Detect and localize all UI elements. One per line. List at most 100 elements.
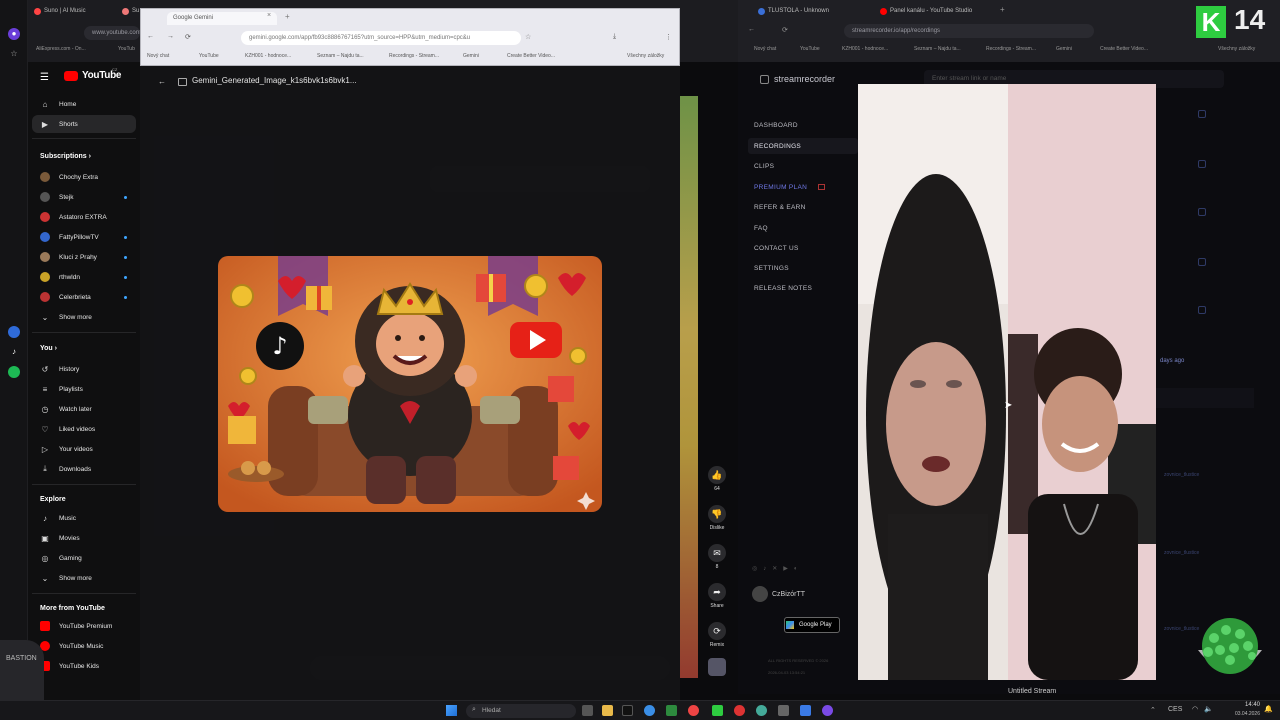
bookmark-item[interactable]: Nový chat	[754, 46, 776, 52]
tab-suno[interactable]: Suno | AI Music	[34, 4, 124, 18]
download-icon[interactable]: ⤓	[613, 33, 616, 41]
reload-icon[interactable]: ⟳	[185, 33, 191, 41]
username[interactable]: CzBizórTT	[772, 591, 805, 598]
show-more-button[interactable]: ⌄ Show more	[40, 571, 92, 585]
dislike-button[interactable]: 👎 Dislike	[706, 505, 728, 531]
lang-indicator[interactable]: CES	[1168, 706, 1182, 713]
nav-release-notes[interactable]: RELEASE NOTES	[754, 285, 812, 292]
recording-row[interactable]	[1150, 388, 1254, 408]
xbox-icon[interactable]	[666, 705, 677, 716]
nav-premium-plan[interactable]: PREMIUM PLAN	[754, 184, 807, 191]
task-view-icon[interactable]	[582, 705, 593, 716]
nav-clips[interactable]: CLIPS	[754, 163, 774, 170]
subscription-item[interactable]: Stejk	[40, 190, 73, 204]
back-icon[interactable]: ←	[748, 26, 755, 33]
opera-icon[interactable]	[734, 705, 745, 716]
comment-button[interactable]: ✉ 8	[706, 544, 728, 570]
bookmark-item[interactable]: KZH001 - hodnoce...	[842, 46, 888, 52]
you-item-playlists[interactable]: ≡ Playlists	[40, 382, 83, 396]
explore-item-music[interactable]: ♪ Music	[40, 511, 76, 525]
nav-contact-us[interactable]: CONTACT US	[754, 245, 799, 252]
clock-date[interactable]: 03.04.2026	[1226, 711, 1260, 717]
open-external-icon[interactable]	[1198, 208, 1206, 216]
nav-refer-earn[interactable]: REFER & EARN	[754, 204, 806, 211]
bookmark-item[interactable]: YouTube	[800, 46, 820, 52]
open-external-icon[interactable]	[1198, 160, 1206, 168]
tray-chevron-icon[interactable]: ⌃	[1150, 706, 1156, 714]
windows-start-icon[interactable]	[446, 705, 457, 716]
bookmark-item[interactable]: Recordings - Stream...	[389, 53, 439, 59]
you-item-downloads[interactable]: ⤓ Downloads	[40, 462, 91, 476]
menu-dots-icon[interactable]: ⋮	[665, 33, 672, 41]
bookmark-aliexpress[interactable]: AliExpress.com - On...	[36, 46, 86, 52]
subscription-item[interactable]: Celerbrieta	[40, 290, 91, 304]
app-icon[interactable]	[822, 705, 833, 716]
remix-button[interactable]: ⟳ Remix	[706, 622, 728, 648]
yt-nav-home[interactable]: ⌂ Home	[40, 97, 77, 111]
tiktok-icon[interactable]: ♪	[8, 346, 20, 358]
bookmark-item[interactable]: Create Better Video...	[1100, 46, 1148, 52]
you-item-liked-videos[interactable]: ♡ Liked videos	[40, 422, 95, 436]
settings-icon[interactable]	[644, 705, 655, 716]
open-external-icon[interactable]	[1198, 110, 1206, 118]
bookmark-item[interactable]: Seznam – Najdu ta...	[317, 53, 364, 59]
bookmark-star-icon[interactable]: ☆	[8, 48, 20, 60]
bookmark-item[interactable]: Všechny záložky	[627, 53, 664, 59]
open-external-icon[interactable]	[1198, 306, 1206, 314]
new-tab-icon[interactable]: +	[1000, 5, 1005, 14]
bookmark-item[interactable]: Seznam – Najdu ta...	[914, 46, 961, 52]
right-address-bar[interactable]: streamrecorder.io/app/recordings	[844, 24, 1094, 38]
nav-dashboard[interactable]: DASHBOARD	[754, 122, 798, 129]
subscription-item[interactable]: FattyPillowTV	[40, 230, 99, 244]
show-more-button[interactable]: ⌄ Show more	[40, 310, 92, 324]
bookmark-star-icon[interactable]: ☆	[525, 33, 531, 41]
bookmark-item[interactable]: Recordings - Stream...	[986, 46, 1036, 52]
more-item-music[interactable]: YouTube Music	[40, 639, 103, 653]
tab-youtube-studio[interactable]: Panel kanálu - YouTube Studio	[880, 4, 992, 18]
subscription-item[interactable]: Astatoro EXTRA	[40, 210, 107, 224]
volume-icon[interactable]: 🔈	[1204, 705, 1213, 713]
sound-thumbnail[interactable]	[708, 658, 726, 676]
more-item-premium[interactable]: YouTube Premium	[40, 619, 112, 633]
yt-nav-shorts[interactable]: ▶ Shorts	[40, 117, 78, 131]
stream-video-left[interactable]	[858, 84, 1008, 680]
nav-recordings[interactable]: RECORDINGS	[754, 143, 801, 150]
forward-icon[interactable]: →	[167, 33, 174, 40]
back-icon[interactable]: ←	[147, 33, 154, 40]
notifications-icon[interactable]: 🔔	[1264, 705, 1273, 713]
bookmark-item[interactable]: KZH001 - hodnoce...	[245, 53, 291, 59]
open-external-icon[interactable]	[1198, 258, 1206, 266]
subscriptions-heading[interactable]: Subscriptions ›	[40, 153, 91, 160]
bookmark-item[interactable]: YouTube	[199, 53, 219, 59]
explore-item-gaming[interactable]: ◎ Gaming	[40, 551, 82, 565]
app-icon[interactable]	[778, 705, 789, 716]
messenger-icon[interactable]	[8, 326, 20, 338]
you-item-watch-later[interactable]: ◷ Watch later	[40, 402, 92, 416]
new-tab-icon[interactable]: +	[285, 12, 290, 21]
tab-second[interactable]: Su	[122, 4, 140, 18]
hamburger-menu-icon[interactable]: ☰	[40, 72, 49, 83]
browser-profile-icon[interactable]: ●	[8, 28, 20, 40]
clock-time[interactable]: 14:40	[1230, 702, 1260, 708]
bookmark-item[interactable]: Všechny záložky	[1218, 46, 1255, 52]
wifi-icon[interactable]: ◠	[1192, 705, 1198, 713]
bookmark-item[interactable]: Create Better Video...	[507, 53, 555, 59]
back-arrow-icon[interactable]: ←	[158, 77, 166, 86]
bookmark-item[interactable]: Gemini	[463, 53, 479, 59]
spotify-icon[interactable]	[8, 366, 20, 378]
stream-video-right[interactable]	[1008, 84, 1156, 680]
tiktok-icon[interactable]	[622, 705, 633, 716]
gemini-address-bar[interactable]: gemini.google.com/app/fb93c8886767165?ut…	[241, 31, 521, 45]
social-icons[interactable]: ◎♪✕▶◐	[752, 565, 804, 572]
nav-faq[interactable]: FAQ	[754, 225, 768, 232]
media-player-icon[interactable]	[712, 705, 723, 716]
brand[interactable]: streamrecorder	[774, 74, 835, 84]
edge-icon[interactable]	[756, 705, 767, 716]
subscription-item[interactable]: Kluci z Prahy	[40, 250, 97, 264]
tab-tlustola[interactable]: TLUSTOLA - Unknown	[758, 4, 870, 18]
user-avatar[interactable]	[752, 586, 768, 602]
share-button[interactable]: ➦ Share	[706, 583, 728, 609]
bookmark-item[interactable]: Nový chat	[147, 53, 169, 59]
like-button[interactable]: 👍 64	[706, 466, 728, 492]
chrome-icon[interactable]	[688, 705, 699, 716]
